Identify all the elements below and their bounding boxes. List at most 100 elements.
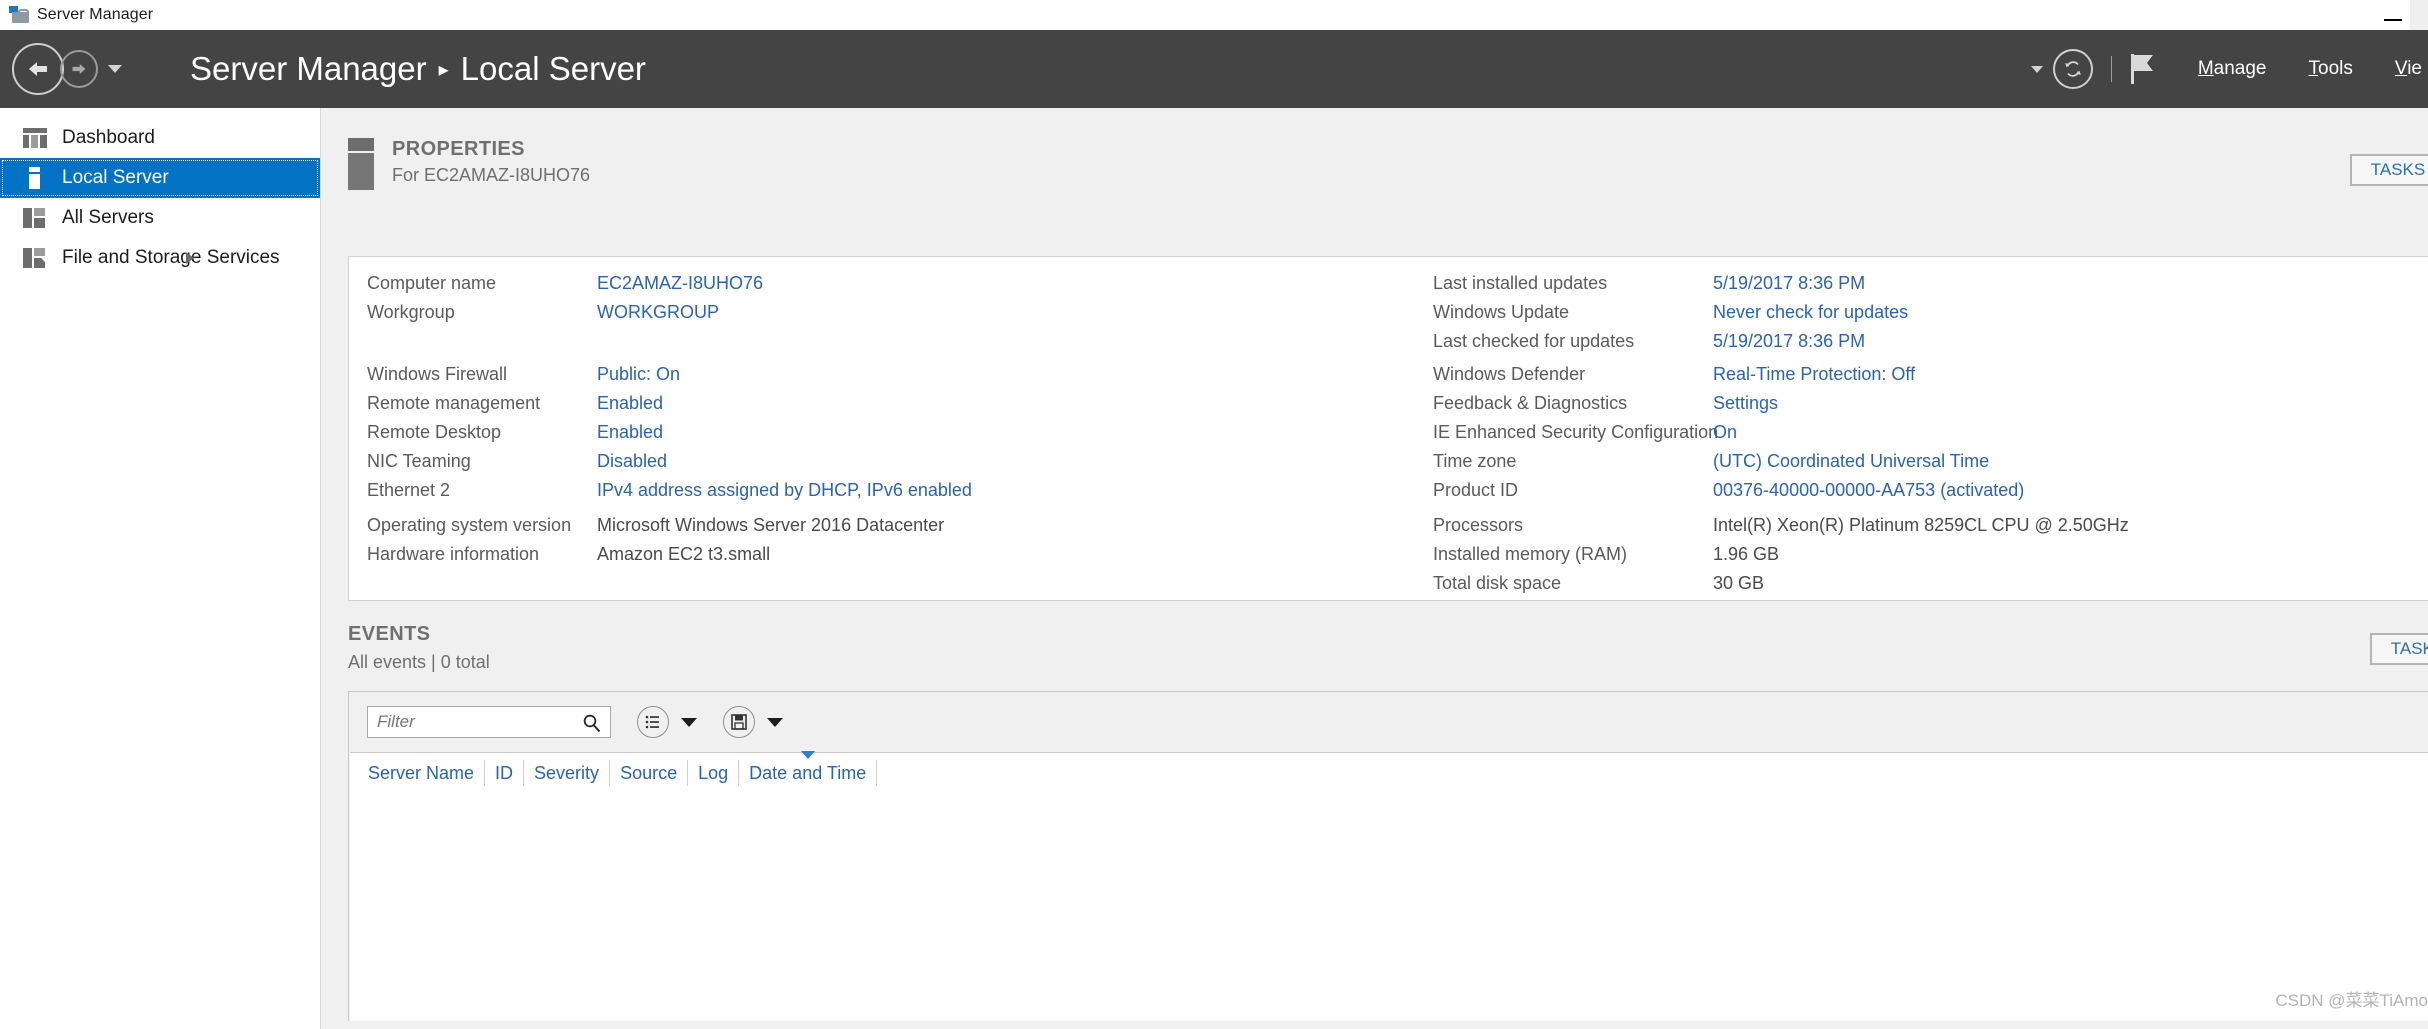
property-label: Last installed updates — [1433, 273, 1608, 293]
property-row: Windows Defender Real-Time Protection: O… — [1433, 364, 2024, 393]
window-title: Server Manager — [37, 6, 154, 23]
sidebar-item-all-servers[interactable]: All Servers — [0, 198, 320, 238]
breadcrumb-leaf: Local Server — [460, 50, 646, 87]
property-value[interactable]: 5/19/2017 8:36 PM — [1713, 273, 1865, 294]
nav-toolbar: Manage Tools Vie — [2030, 30, 2428, 108]
sidebar-item-label: Local Server — [62, 167, 169, 188]
save-dropdown-icon[interactable] — [767, 717, 783, 727]
filter-input[interactable] — [367, 706, 611, 738]
local-server-icon — [22, 167, 48, 189]
events-header: EVENTS All events | 0 total TASKS — [348, 623, 2428, 673]
property-value[interactable]: WORKGROUP — [597, 302, 719, 323]
notifications-dropdown-icon[interactable] — [2030, 65, 2043, 73]
property-label: Total disk space — [1433, 573, 1562, 593]
column-header-date-and-time[interactable]: Date and Time — [739, 751, 878, 786]
server-manager-icon — [9, 6, 29, 24]
property-row: Workgroup WORKGROUP — [367, 302, 763, 331]
menu-view[interactable]: Vie — [2395, 58, 2422, 80]
property-value[interactable]: On — [1713, 422, 1737, 443]
title-bar: Server Manager — [0, 0, 2428, 30]
column-header-log[interactable]: Log — [688, 760, 740, 786]
property-row: NIC Teaming Disabled — [367, 451, 972, 480]
property-value[interactable]: Enabled — [597, 422, 663, 443]
property-label: Feedback & Diagnostics — [1433, 393, 1628, 413]
property-label: Remote Desktop — [367, 422, 502, 442]
properties-right-group-1: Last installed updates 5/19/2017 8:36 PM… — [1433, 273, 1908, 360]
property-value: Amazon EC2 t3.small — [597, 544, 771, 564]
search-icon[interactable] — [582, 713, 602, 738]
properties-tasks-button[interactable]: TASKS — [2350, 154, 2428, 186]
property-value[interactable]: EC2AMAZ-I8UHO76 — [597, 273, 763, 294]
properties-server-icon — [348, 138, 374, 190]
file-storage-icon — [22, 247, 48, 269]
breadcrumb-root[interactable]: Server Manager — [190, 50, 427, 88]
property-row: Total disk space 30 GB — [1433, 573, 2129, 602]
sidebar-item-dashboard[interactable]: Dashboard — [0, 118, 320, 158]
chevron-right-icon[interactable] — [186, 252, 194, 264]
property-label: Processors — [1433, 515, 1524, 535]
menu-view-label: ie — [2407, 58, 2422, 79]
property-value[interactable]: Never check for updates — [1713, 302, 1908, 323]
property-value[interactable]: Settings — [1713, 393, 1778, 414]
forward-arrow-icon[interactable] — [60, 50, 98, 88]
sidebar-item-file-and-storage-services[interactable]: File and Storage Services — [0, 238, 320, 278]
menu-manage[interactable]: Manage — [2198, 58, 2267, 80]
property-label: Remote management — [367, 393, 541, 413]
property-row: Windows Update Never check for updates — [1433, 302, 1908, 331]
property-row: Time zone (UTC) Coordinated Universal Ti… — [1433, 451, 2024, 480]
all-servers-icon — [22, 207, 48, 229]
property-value[interactable]: Disabled — [597, 451, 667, 472]
menu-manage-label: anage — [2213, 58, 2267, 79]
events-title: EVENTS — [348, 623, 431, 645]
property-value[interactable]: (UTC) Coordinated Universal Time — [1713, 451, 1989, 472]
property-row: IE Enhanced Security Configuration On — [1433, 422, 2024, 451]
property-value[interactable]: 5/19/2017 8:36 PM — [1713, 331, 1865, 352]
menu-tools[interactable]: Tools — [2309, 58, 2353, 80]
property-row: Last installed updates 5/19/2017 8:36 PM — [1433, 273, 1908, 302]
column-header-severity[interactable]: Severity — [524, 760, 611, 786]
properties-subtitle: For EC2AMAZ-I8UHO76 — [392, 165, 591, 185]
property-row: Ethernet 2 IPv4 address assigned by DHCP… — [367, 480, 972, 509]
property-value[interactable]: Enabled — [597, 393, 663, 414]
property-value[interactable]: Real-Time Protection: Off — [1713, 364, 1915, 385]
property-label: IE Enhanced Security Configuration — [1433, 422, 1719, 442]
properties-left-group-1: Computer name EC2AMAZ-I8UHO76 Workgroup … — [367, 273, 763, 331]
property-label: Operating system version — [367, 515, 572, 535]
server-manager-window: Server Manager Server Manager ▸ Local Se… — [0, 0, 2428, 1029]
sort-descending-icon — [800, 751, 815, 759]
query-list-icon[interactable] — [637, 706, 669, 738]
property-row: Computer name EC2AMAZ-I8UHO76 — [367, 273, 763, 302]
flag-icon[interactable] — [2130, 52, 2156, 86]
property-row: Installed memory (RAM) 1.96 GB — [1433, 544, 2129, 573]
properties-left-group-2: Windows Firewall Public: On Remote manag… — [367, 364, 972, 509]
column-header-id[interactable]: ID — [485, 760, 525, 786]
refresh-icon[interactable] — [2052, 49, 2093, 89]
property-label: Workgroup — [367, 302, 455, 322]
column-header-source[interactable]: Source — [610, 760, 689, 786]
events-toolbar — [349, 692, 2428, 738]
property-value[interactable]: 00376-40000-00000-AA753 (activated) — [1713, 480, 2024, 501]
properties-title: PROPERTIES — [392, 138, 525, 160]
property-label: Computer name — [367, 273, 497, 293]
sidebar-item-local-server[interactable]: Local Server — [0, 158, 320, 198]
property-value[interactable]: Public: On — [597, 364, 680, 385]
events-subtitle: All events | 0 total — [348, 652, 490, 672]
property-row: Processors Intel(R) Xeon(R) Platinum 825… — [1433, 515, 2129, 544]
back-arrow-icon[interactable] — [12, 43, 64, 95]
property-label: Windows Firewall — [367, 364, 508, 384]
history-dropdown-icon[interactable] — [108, 65, 122, 73]
events-tasks-button[interactable]: TASKS — [2370, 633, 2428, 665]
column-header-server-name[interactable]: Server Name — [358, 760, 486, 786]
query-dropdown-icon[interactable] — [681, 717, 697, 727]
property-row: Hardware information Amazon EC2 t3.small — [367, 544, 944, 573]
property-label: Ethernet 2 — [367, 480, 451, 500]
events-table: Server Name ID Severity Source Log Date … — [350, 751, 2428, 1021]
property-row: Feedback & Diagnostics Settings — [1433, 393, 2024, 422]
navigation-bar: Server Manager ▸ Local Server Manage Too… — [0, 30, 2428, 108]
filter-text-field[interactable] — [368, 707, 579, 737]
property-value[interactable]: IPv4 address assigned by DHCP, IPv6 enab… — [597, 480, 972, 501]
property-row: Product ID 00376-40000-00000-AA753 (acti… — [1433, 480, 2024, 509]
property-row: Remote management Enabled — [367, 393, 972, 422]
save-disk-icon[interactable] — [723, 706, 755, 738]
property-value: 1.96 GB — [1713, 544, 1780, 564]
